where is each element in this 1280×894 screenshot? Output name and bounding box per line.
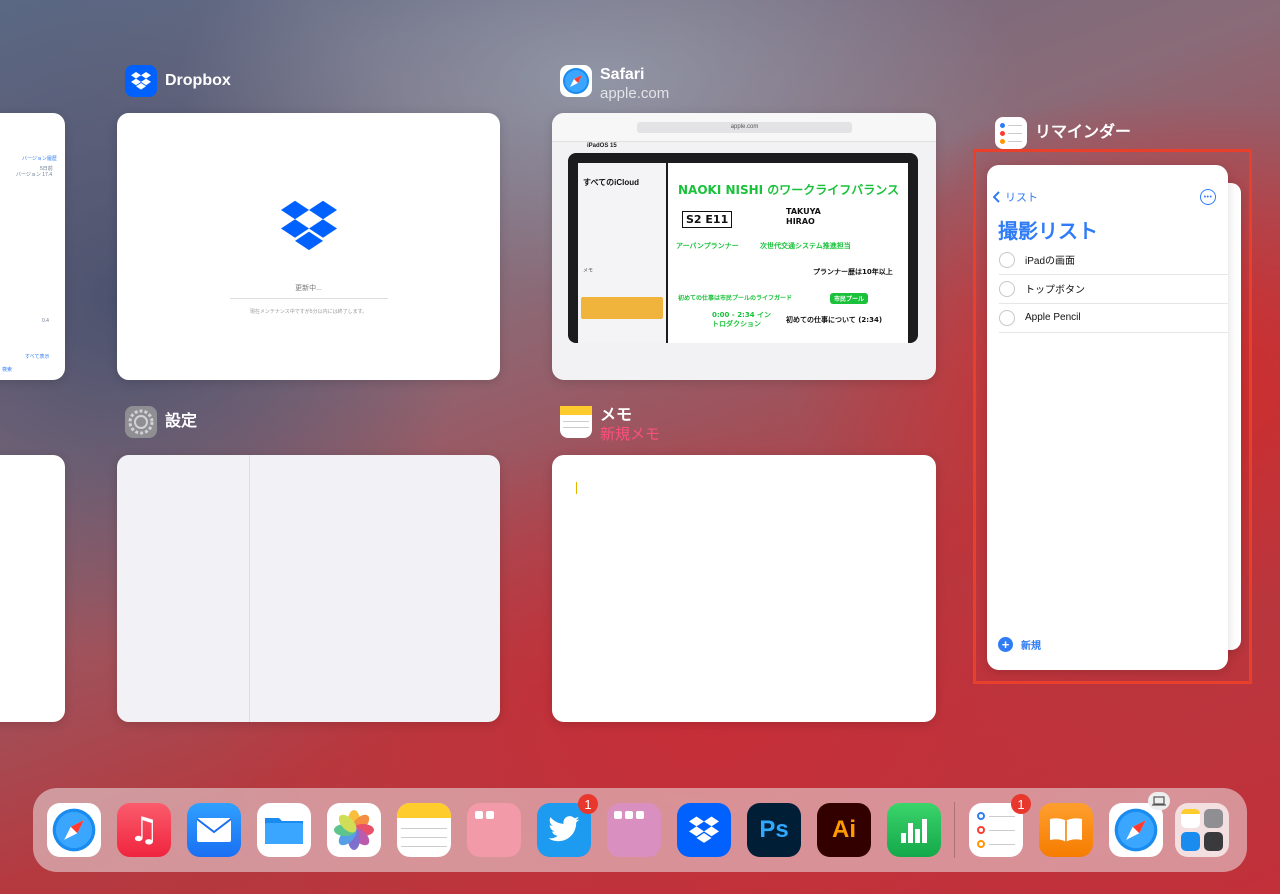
guest-role: アーバンプランナー [676, 242, 739, 250]
settings-divider [249, 455, 250, 722]
settings-app-card[interactable] [117, 455, 500, 722]
notes-card-label: メモ 新規メモ [560, 406, 660, 444]
safari-title: Safari [600, 66, 645, 83]
experience-note: プランナー歴は10年以上 [813, 268, 893, 276]
reminders-icon [995, 117, 1027, 149]
reminders-badge: 1 [1011, 794, 1031, 814]
url-bar[interactable]: apple.com [637, 122, 852, 133]
plus-circle-icon: + [998, 637, 1013, 652]
reminder-text: トップボタン [1025, 285, 1085, 296]
folder2-dock-icon[interactable] [607, 803, 661, 857]
partial-app-card-bottom[interactable] [0, 455, 65, 722]
safari-icon [560, 65, 592, 97]
safari-recent-dock-icon[interactable] [1109, 803, 1163, 857]
notes-title: メモ [600, 407, 633, 424]
music-dock-icon[interactable]: ♫ [117, 803, 171, 857]
timestamp-first-job: 初めての仕事について (2:34) [786, 316, 883, 324]
dropbox-progress [230, 298, 388, 299]
first-job-note: 初めての仕事は市民プールのライフガード [678, 295, 793, 302]
files-dock-icon[interactable] [257, 803, 311, 857]
checkbox-circle[interactable] [999, 251, 1015, 268]
url-text: apple.com [730, 124, 759, 130]
folder-dock-icon[interactable] [467, 803, 521, 857]
handwritten-note: NAOKI NISHI のワークライフバランス S2 E11 TAKUYA HI… [668, 163, 908, 343]
note-heading: NAOKI NISHI のワークライフバランス [678, 183, 900, 197]
page-heading: iPadOS 15 [587, 143, 617, 149]
back-button[interactable]: リスト [993, 189, 1038, 205]
mail-dock-icon[interactable] [187, 803, 241, 857]
size-label: 0.4 [42, 318, 49, 324]
reminders-card-label: リマインダー [995, 117, 1131, 149]
twitter-badge: 1 [578, 794, 598, 814]
safari-toolbar: apple.com [552, 113, 936, 142]
settings-card-label: 設定 [125, 406, 197, 438]
notes-app-card[interactable] [552, 455, 936, 722]
episode-label: S2 E11 [682, 211, 733, 228]
ellipsis-icon: ••• [1203, 193, 1213, 201]
back-label: リスト [1005, 192, 1038, 204]
list-title: 撮影リスト [998, 221, 1098, 243]
checkbox-circle[interactable] [999, 280, 1015, 297]
timestamp-intro: 0:00 - 2:34 イントロダクション [712, 311, 772, 328]
settings-title: 設定 [165, 413, 198, 430]
dropbox-title: Dropbox [165, 72, 231, 89]
sidebar-title: すべてのiCloud [583, 178, 640, 187]
photos-dock-icon[interactable] [327, 803, 381, 857]
handoff-laptop-icon [1148, 792, 1170, 810]
reminder-item[interactable]: トップボタン [999, 274, 1228, 304]
new-reminder-label: 新規 [1021, 641, 1041, 652]
checkbox-circle[interactable] [999, 309, 1015, 326]
reminder-item[interactable]: iPadの画面 [999, 245, 1228, 275]
safari-app-card[interactable]: apple.com iPadOS 15 すべてのiCloud メモ NAOKI … [552, 113, 936, 380]
dropbox-note: 現在メンテナンス中ですが5分以内には終了します。 [249, 309, 368, 315]
notes-dock-icon[interactable] [397, 803, 451, 857]
pool-label: 市民プール [830, 293, 869, 304]
safari-subtitle: apple.com [600, 85, 670, 102]
dropbox-card-label: Dropbox [125, 65, 231, 97]
show-all-link: すべて表示 [25, 354, 50, 360]
sidebar-note-section: メモ [583, 268, 594, 274]
reminders-app-card[interactable]: リスト ••• 撮影リスト iPadの画面 トップボタン Apple Penci… [987, 165, 1228, 670]
version-label: バージョン 17.4 [16, 172, 53, 178]
reminders-title: リマインダー [1035, 124, 1132, 141]
notes-icon [560, 406, 592, 438]
dropbox-logo-icon [281, 200, 337, 251]
app-library-dock-icon[interactable] [1175, 803, 1229, 857]
version-history-link: バージョン履歴 [22, 156, 57, 162]
safari-card-label: Safari apple.com [560, 65, 669, 103]
ipad-device-image: すべてのiCloud メモ NAOKI NISHI のワークライフバランス S2… [568, 153, 918, 343]
reminder-text: Apple Pencil [1025, 312, 1081, 323]
photoshop-dock-icon[interactable]: Ps [747, 803, 801, 857]
dock-divider [954, 802, 955, 858]
dropbox-dock-icon[interactable] [677, 803, 731, 857]
search-link: 検索 [2, 367, 13, 373]
guest-role-detail: 次世代交通システム推進担当 [760, 242, 851, 250]
settings-gear-icon [125, 406, 157, 438]
dropbox-app-card[interactable]: 更新中... 現在メンテナンス中ですが5分以内には終了します。 [117, 113, 500, 380]
text-cursor [576, 482, 577, 494]
dropbox-status: 更新中... [295, 285, 322, 292]
more-button[interactable]: ••• [1200, 189, 1216, 205]
selected-note [581, 297, 663, 319]
chevron-left-icon [993, 191, 1000, 203]
dropbox-icon [125, 65, 157, 97]
notes-subtitle: 新規メモ [600, 426, 661, 443]
books-dock-icon[interactable] [1039, 803, 1093, 857]
dock: ♫ 1 Ps Ai 1 [33, 788, 1247, 872]
reminder-item[interactable]: Apple Pencil [999, 303, 1228, 333]
guest-name: TAKUYA HIRAO [786, 207, 821, 226]
partial-app-card-top[interactable]: バージョン履歴 5日前 バージョン 17.4 0.4 すべて表示 検索 [0, 113, 65, 380]
reminder-text: iPadの画面 [1025, 256, 1076, 267]
numbers-dock-icon[interactable] [887, 803, 941, 857]
safari-dock-icon[interactable] [47, 803, 101, 857]
photoshop-label: Ps [759, 816, 789, 843]
illustrator-label: Ai [832, 816, 856, 843]
notes-sidebar: すべてのiCloud メモ [578, 163, 666, 343]
illustrator-dock-icon[interactable]: Ai [817, 803, 871, 857]
new-reminder-button[interactable]: + 新規 [998, 637, 1041, 652]
